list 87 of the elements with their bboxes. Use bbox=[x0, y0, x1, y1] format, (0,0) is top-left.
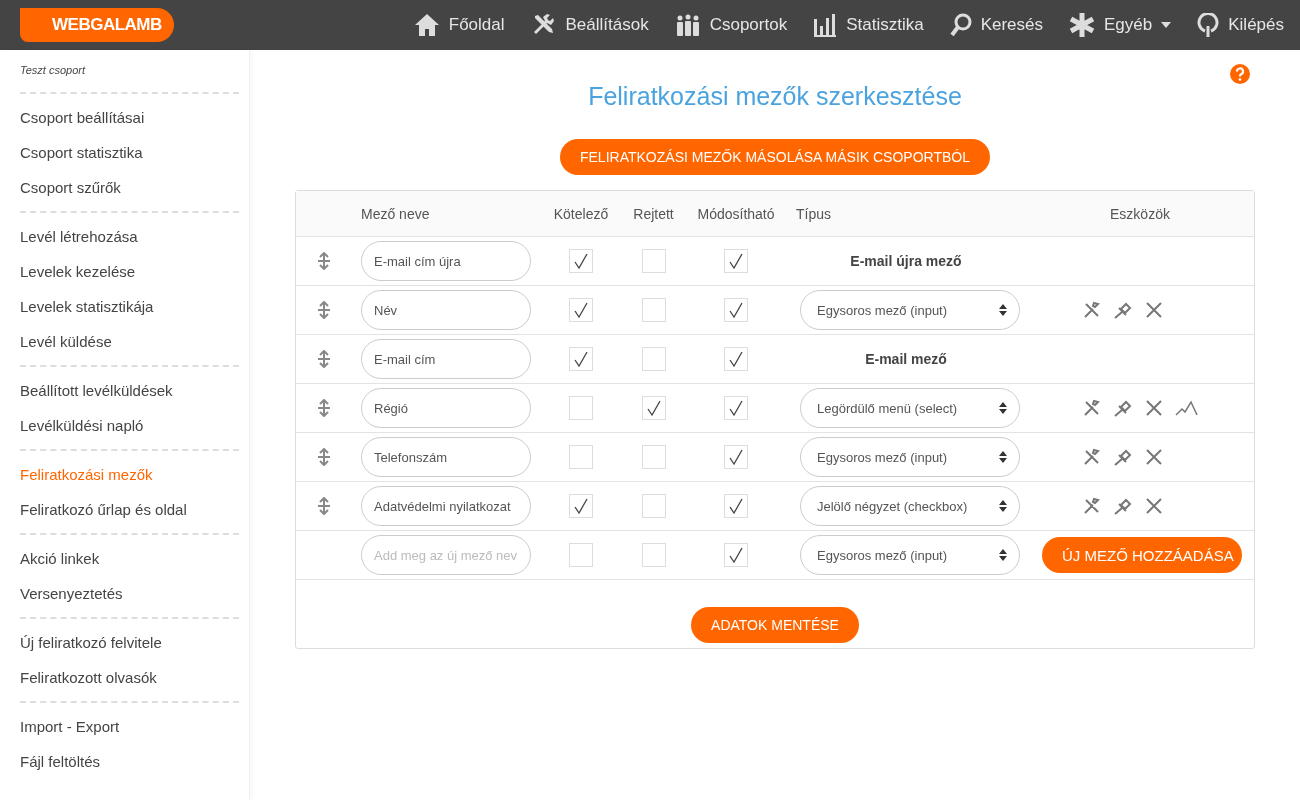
column-header: Módosítható bbox=[696, 205, 776, 222]
tools-icon[interactable] bbox=[1083, 448, 1101, 466]
nav-link[interactable]: Statisztika bbox=[813, 13, 924, 37]
column-header: Típus bbox=[795, 205, 832, 222]
drag-handle-icon[interactable] bbox=[316, 497, 331, 515]
search-icon bbox=[949, 13, 972, 37]
sidebar-item[interactable]: Levél létrehozása bbox=[20, 219, 239, 254]
sidebar-item[interactable]: Versenyeztetés bbox=[20, 576, 239, 611]
sidebar-item[interactable]: Csoport statisztika bbox=[20, 135, 239, 170]
column-header: Kötelező bbox=[552, 205, 610, 222]
home-icon bbox=[413, 13, 440, 37]
checkbox[interactable] bbox=[724, 298, 748, 322]
sort-arrows-icon bbox=[999, 549, 1007, 561]
column-header: Eszközök bbox=[1109, 205, 1171, 222]
checkbox[interactable] bbox=[724, 347, 748, 371]
sidebar-item[interactable]: Akció linkek bbox=[20, 541, 239, 576]
nav-link[interactable]: Beállítások bbox=[530, 12, 649, 38]
drag-handle-icon[interactable] bbox=[316, 350, 331, 368]
sort-arrows-icon bbox=[999, 304, 1007, 316]
help-icon[interactable] bbox=[1230, 64, 1250, 84]
sidebar-item[interactable]: Feliratkozó űrlap és oldal bbox=[20, 492, 239, 527]
sidebar-item[interactable]: Levél küldése bbox=[20, 324, 239, 359]
sidebar-item[interactable]: Levelek kezelése bbox=[20, 254, 239, 289]
checkbox[interactable] bbox=[641, 249, 666, 273]
column-header: Mező neve bbox=[360, 205, 431, 222]
checkbox[interactable] bbox=[641, 543, 666, 567]
pin-icon[interactable] bbox=[1113, 497, 1133, 515]
tools-icon[interactable] bbox=[1083, 399, 1101, 417]
nav-link[interactable]: Kilépés bbox=[1197, 13, 1284, 37]
checkbox[interactable] bbox=[724, 249, 748, 273]
nav-link[interactable]: Keresés bbox=[949, 13, 1044, 37]
line-chart-icon[interactable] bbox=[1175, 400, 1199, 416]
close-icon[interactable] bbox=[1145, 301, 1163, 319]
checkbox[interactable] bbox=[724, 445, 748, 469]
sort-arrows-icon bbox=[999, 451, 1007, 463]
nav-link[interactable]: Főoldal bbox=[413, 13, 505, 37]
checkbox[interactable] bbox=[569, 543, 593, 567]
new-field-input[interactable]: Add meg az új mező nev bbox=[361, 535, 531, 575]
sidebar-item[interactable]: Fájl feltöltés bbox=[20, 744, 239, 779]
group-title: Teszt csoport bbox=[20, 64, 87, 78]
close-icon[interactable] bbox=[1145, 497, 1163, 515]
pin-icon[interactable] bbox=[1113, 301, 1133, 319]
drag-handle-icon[interactable] bbox=[316, 252, 331, 270]
column-header: Rejtett bbox=[632, 205, 675, 222]
sidebar-item[interactable]: Csoport szűrők bbox=[20, 170, 239, 205]
sidebar-item[interactable]: Levélküldési napló bbox=[20, 408, 239, 443]
sidebar-item[interactable]: Feliratkozott olvasók bbox=[20, 660, 239, 695]
sidebar-item[interactable]: Új feliratkozó felvitele bbox=[20, 625, 239, 660]
drag-handle-icon[interactable] bbox=[316, 301, 331, 319]
sidebar-item[interactable]: Levelek statisztikája bbox=[20, 289, 239, 324]
drag-handle-icon[interactable] bbox=[316, 448, 331, 466]
people-icon bbox=[674, 13, 701, 37]
tools-icon[interactable] bbox=[1083, 301, 1101, 319]
nav-link[interactable]: Csoportok bbox=[674, 13, 788, 37]
nav-link[interactable]: Egyéb bbox=[1069, 12, 1172, 38]
close-icon[interactable] bbox=[1145, 399, 1163, 417]
checkbox[interactable] bbox=[724, 396, 748, 420]
tools-icon[interactable] bbox=[1083, 497, 1101, 515]
checkbox[interactable] bbox=[641, 494, 666, 518]
pin-icon[interactable] bbox=[1113, 448, 1133, 466]
checkbox[interactable] bbox=[569, 298, 593, 322]
checkbox[interactable] bbox=[569, 396, 593, 420]
power-icon bbox=[1197, 13, 1220, 37]
sidebar-item[interactable]: Beállított levélküldések bbox=[20, 373, 239, 408]
checkbox[interactable] bbox=[641, 298, 666, 322]
checkbox[interactable] bbox=[724, 543, 748, 567]
checkbox[interactable] bbox=[569, 249, 593, 273]
caret-icon bbox=[1161, 22, 1172, 28]
bar-chart-icon bbox=[813, 13, 838, 37]
close-icon[interactable] bbox=[1145, 448, 1163, 466]
checkbox[interactable] bbox=[569, 445, 593, 469]
type-label: E-mail újra mező bbox=[849, 253, 963, 269]
pin-icon[interactable] bbox=[1113, 399, 1133, 417]
checkbox[interactable] bbox=[724, 494, 748, 518]
checkbox[interactable] bbox=[569, 494, 593, 518]
sidebar-item[interactable]: Import - Export bbox=[20, 709, 239, 744]
checkbox[interactable] bbox=[641, 396, 666, 420]
sidebar-item[interactable]: Csoport beállításai bbox=[20, 100, 239, 135]
checkbox[interactable] bbox=[641, 347, 666, 371]
checkbox[interactable] bbox=[641, 445, 666, 469]
sort-arrows-icon bbox=[999, 500, 1007, 512]
drag-handle-icon[interactable] bbox=[316, 399, 331, 417]
asterisk-icon bbox=[1069, 12, 1096, 38]
sort-arrows-icon bbox=[999, 402, 1007, 414]
page-title: Feliratkozási mezők szerkesztése bbox=[588, 82, 962, 111]
checkbox[interactable] bbox=[569, 347, 593, 371]
type-label: E-mail mező bbox=[864, 351, 948, 367]
